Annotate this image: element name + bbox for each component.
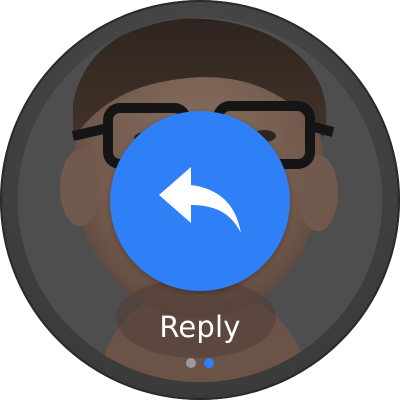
watch-screen: Reply: [18, 18, 382, 382]
reply-button[interactable]: [110, 111, 290, 291]
reply-icon: [159, 167, 241, 233]
page-dot-2-active: [204, 358, 214, 368]
watch-bezel: Reply: [0, 0, 400, 400]
action-label: Reply: [159, 310, 241, 344]
page-dot-1: [186, 358, 196, 368]
page-indicator: [18, 358, 382, 368]
